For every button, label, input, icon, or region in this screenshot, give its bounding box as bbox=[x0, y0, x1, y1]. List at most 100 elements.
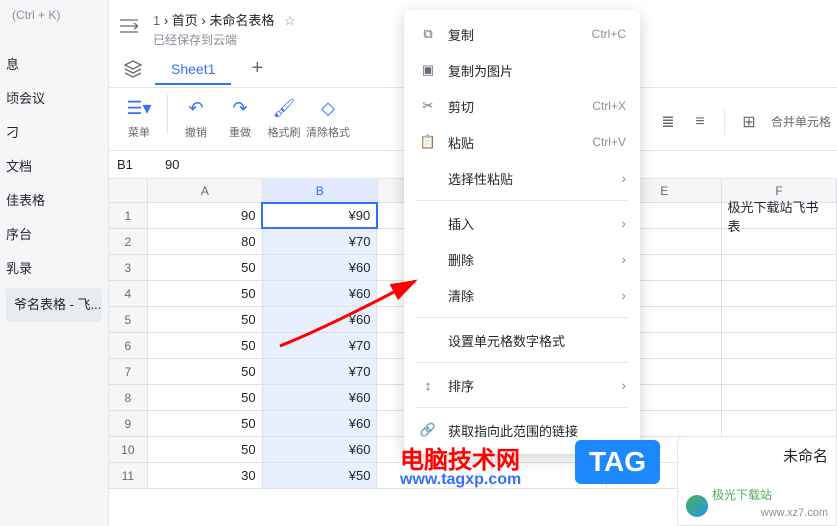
eraser-icon: ◇ bbox=[314, 94, 342, 122]
chevron-right-icon: › bbox=[621, 287, 626, 303]
cell[interactable] bbox=[722, 359, 837, 384]
cell[interactable]: ¥70 bbox=[263, 359, 378, 384]
sidebar-item[interactable]: 乳录 bbox=[0, 252, 108, 286]
clear-format-label: 清除格式 bbox=[306, 124, 350, 140]
chevron-right-icon: › bbox=[621, 215, 626, 231]
cell[interactable]: 极光下载站飞书表 bbox=[722, 203, 837, 228]
cell[interactable] bbox=[722, 333, 837, 358]
ctx-paste-special[interactable]: 选择性粘贴 › bbox=[404, 160, 640, 196]
cell[interactable]: 50 bbox=[148, 307, 263, 332]
row-header[interactable]: 6 bbox=[109, 333, 148, 358]
cell[interactable]: 50 bbox=[148, 411, 263, 436]
sidebar-item[interactable]: 佳表格 bbox=[0, 184, 108, 218]
cell[interactable]: ¥60 bbox=[263, 437, 378, 462]
ctx-paste-label: 粘贴 bbox=[448, 133, 474, 152]
align-right-button[interactable]: ≡ bbox=[686, 108, 714, 136]
row-header[interactable]: 1 bbox=[109, 203, 148, 228]
col-header-b[interactable]: B bbox=[263, 179, 378, 202]
cell[interactable]: 50 bbox=[148, 437, 263, 462]
row-header[interactable]: 11 bbox=[109, 463, 148, 488]
corner-cell[interactable] bbox=[109, 179, 148, 202]
cell[interactable]: 90 bbox=[148, 203, 263, 228]
attribution-site: 极光下载站 bbox=[712, 486, 772, 503]
cell[interactable]: ¥60 bbox=[263, 255, 378, 280]
sidebar-item[interactable]: 息 bbox=[0, 48, 108, 82]
cell[interactable]: ¥60 bbox=[263, 385, 378, 410]
breadcrumb-doc[interactable]: 未命名表格 bbox=[209, 13, 274, 28]
cell[interactable] bbox=[722, 229, 837, 254]
breadcrumb[interactable]: 1 › 首页 › 未命名表格 ☆ bbox=[153, 10, 296, 29]
sidebar-item[interactable]: 顷会议 bbox=[0, 82, 108, 116]
copy-icon: ⧉ bbox=[418, 24, 438, 44]
ctx-cut[interactable]: ✂ 剪切 Ctrl+X bbox=[404, 88, 640, 124]
cell[interactable]: 50 bbox=[148, 359, 263, 384]
menu-button[interactable]: ☰▾ 菜单 bbox=[117, 94, 161, 140]
cell[interactable]: ¥60 bbox=[263, 281, 378, 306]
row-header[interactable]: 2 bbox=[109, 229, 148, 254]
cell[interactable] bbox=[722, 255, 837, 280]
cell[interactable]: ¥70 bbox=[263, 229, 378, 254]
cell[interactable]: 30 bbox=[148, 463, 263, 488]
ctx-delete[interactable]: 删除 › bbox=[404, 241, 640, 277]
cell[interactable]: ¥70 bbox=[263, 333, 378, 358]
layers-icon[interactable] bbox=[117, 53, 149, 85]
breadcrumb-home[interactable]: 首页 bbox=[172, 13, 198, 28]
ctx-paste[interactable]: 📋 粘贴 Ctrl+V bbox=[404, 124, 640, 160]
sidebar: (Ctrl + K) 息 顷会议 刁 文档 佳表格 序台 乳录 爷名表格 - 飞… bbox=[0, 0, 109, 526]
cell[interactable]: ¥90 bbox=[262, 203, 377, 228]
row-header[interactable]: 8 bbox=[109, 385, 148, 410]
ctx-copy-shortcut: Ctrl+C bbox=[592, 27, 626, 41]
cell[interactable]: ¥50 bbox=[263, 463, 378, 488]
tab-sheet1[interactable]: Sheet1 bbox=[155, 53, 231, 85]
tag-badge: TAG bbox=[575, 440, 660, 484]
breadcrumb-num: 1 bbox=[153, 13, 160, 28]
row-header[interactable]: 10 bbox=[109, 437, 148, 462]
cell[interactable] bbox=[722, 411, 837, 436]
attribution-box: 未命名 极光下载站 www.xz7.com bbox=[677, 436, 837, 526]
paste-icon: 📋 bbox=[418, 132, 438, 152]
cell[interactable] bbox=[722, 307, 837, 332]
ctx-copy-label: 复制 bbox=[448, 25, 474, 44]
format-painter-button[interactable]: 🖌 格式刷 bbox=[262, 94, 306, 140]
cell[interactable] bbox=[722, 385, 837, 410]
row-header[interactable]: 3 bbox=[109, 255, 148, 280]
row-header[interactable]: 7 bbox=[109, 359, 148, 384]
cell[interactable]: 50 bbox=[148, 385, 263, 410]
cell[interactable]: ¥60 bbox=[263, 411, 378, 436]
redo-button[interactable]: ↷ 重做 bbox=[218, 94, 262, 140]
sidebar-item-active[interactable]: 爷名表格 - 飞... bbox=[6, 288, 102, 322]
clear-format-button[interactable]: ◇ 清除格式 bbox=[306, 94, 350, 140]
cell[interactable]: 80 bbox=[148, 229, 263, 254]
cell-value[interactable]: 90 bbox=[165, 157, 179, 172]
cell[interactable]: 50 bbox=[148, 333, 263, 358]
cell[interactable]: 50 bbox=[148, 255, 263, 280]
star-icon[interactable]: ☆ bbox=[284, 13, 296, 28]
cell[interactable] bbox=[377, 463, 492, 488]
ctx-insert[interactable]: 插入 › bbox=[404, 205, 640, 241]
align-center-button[interactable]: ≣ bbox=[654, 108, 682, 136]
ctx-clear[interactable]: 清除 › bbox=[404, 277, 640, 313]
cell[interactable]: 50 bbox=[148, 281, 263, 306]
row-header[interactable]: 5 bbox=[109, 307, 148, 332]
cell-ref[interactable]: B1 bbox=[117, 157, 161, 172]
cell[interactable]: ¥60 bbox=[263, 307, 378, 332]
undo-button[interactable]: ↶ 撤销 bbox=[174, 94, 218, 140]
merge-cells-icon[interactable]: ⊞ bbox=[735, 108, 763, 136]
sidebar-item[interactable]: 文档 bbox=[0, 150, 108, 184]
row-header[interactable]: 4 bbox=[109, 281, 148, 306]
ctx-sort[interactable]: ↕ 排序 › bbox=[404, 367, 640, 403]
ctx-copy[interactable]: ⧉ 复制 Ctrl+C bbox=[404, 16, 640, 52]
merge-label: 合并单元格 bbox=[771, 113, 831, 130]
sidebar-item[interactable]: 序台 bbox=[0, 218, 108, 252]
cell[interactable] bbox=[722, 281, 837, 306]
col-header-a[interactable]: A bbox=[148, 179, 263, 202]
collapse-sidebar-icon[interactable] bbox=[117, 14, 141, 38]
ctx-get-link-label: 获取指向此范围的链接 bbox=[448, 421, 578, 440]
ctx-copy-as-image[interactable]: ▣ 复制为图片 bbox=[404, 52, 640, 88]
row-header[interactable]: 9 bbox=[109, 411, 148, 436]
ctx-clear-label: 清除 bbox=[448, 286, 474, 305]
sidebar-item[interactable]: 刁 bbox=[0, 116, 108, 150]
search-shortcut: (Ctrl + K) bbox=[12, 8, 60, 22]
ctx-number-format[interactable]: 设置单元格数字格式 bbox=[404, 322, 640, 358]
add-sheet-button[interactable]: + bbox=[239, 51, 275, 87]
